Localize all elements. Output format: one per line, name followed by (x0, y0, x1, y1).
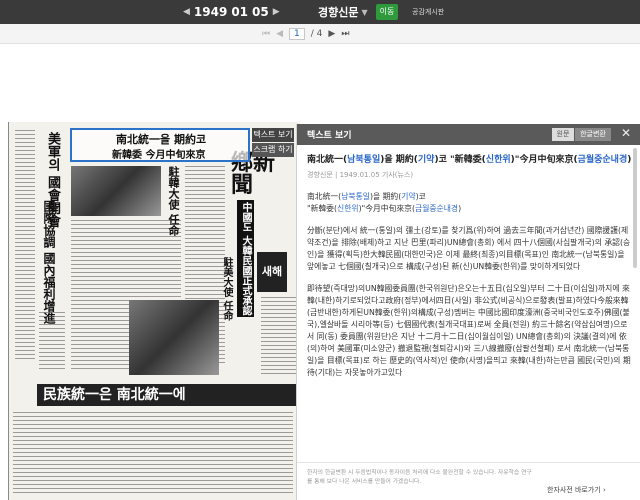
hanja-dictionary-link[interactable]: 한자사전 바로가기 › (547, 485, 606, 495)
article-paragraph-1: 分斷(분단)에서 統一(통일)의 彊土(강토)를 찾기爲(위)하여 過去三年間(… (307, 226, 631, 271)
ad-section (13, 412, 293, 496)
vertical-headline-4: 中國도 大韓民國正式承認 (237, 200, 254, 318)
year-select[interactable]: 1949 (194, 5, 227, 19)
pager: ⏮ ◀ 1 / 4 ▶ ⏭ (262, 27, 349, 41)
next-date-icon[interactable]: ▶ (273, 7, 280, 17)
share-board-link[interactable]: 공감게시판 (412, 4, 444, 20)
scrap-tab[interactable]: 스크랩 하기 (252, 143, 294, 157)
article-text: 南北統一(남북통일)을 期約(기약)코 "新韓委(신한위)"今月中旬來京(금월중… (307, 154, 633, 454)
newspaper-name: 경향신문 (318, 6, 359, 19)
spacer (0, 45, 640, 95)
first-page-icon[interactable]: ⏮ (262, 29, 270, 39)
last-page-icon[interactable]: ⏭ (341, 29, 349, 39)
article-action-tabs: 텍스트 보기 스크랩 하기 (252, 128, 294, 158)
news-photo (71, 166, 161, 216)
hangul-convert-button[interactable]: 한글변환 (575, 128, 611, 141)
new-year-badge: 새해 (257, 252, 287, 292)
date-navigation-bar: ◀ 1949 01 05 ▶ 경향신문 ▼ 이동 공감게시판 (0, 0, 640, 24)
article-paragraph-2: 即待望(즉대망)의UN韓國委員團(한국위원단)은오는十五日(십오일)부터 二十日… (307, 284, 631, 377)
headline-line-2: 新韓委 今月中旬來京 (112, 150, 206, 161)
vertical-headline-3: 駐韓大使 任命 (167, 166, 180, 236)
headline-line-1: 南北統一을 期約코 (116, 133, 207, 146)
prev-page-icon[interactable]: ◀ (276, 29, 283, 39)
panel-title: 텍스트 보기 (307, 131, 352, 141)
total-pages: / 4 (310, 29, 323, 39)
panel-footer: 한자의 한글변환 시 두음법칙이나 동자이음 처리에 다소 불완전할 수 있습니… (297, 462, 640, 500)
text-view-panel: 텍스트 보기 원문 한글변환 ✕ 南北統一(남북통일)을 期約(기약)코 "新韓… (296, 124, 640, 500)
day-select[interactable]: 05 (252, 5, 269, 19)
panel-header: 텍스트 보기 원문 한글변환 ✕ (297, 124, 640, 145)
conversion-notice: 한자의 한글변환 시 두음법칙이나 동자이음 처리에 다소 불완전할 수 있습니… (307, 470, 532, 485)
article-meta: 경향신문 | 1949.01.05 기사(뉴스) (307, 171, 414, 179)
next-page-icon[interactable]: ▶ (328, 29, 335, 39)
vertical-headline-5: 駐美大使 任命 (221, 257, 232, 321)
current-page[interactable]: 1 (289, 28, 305, 40)
date-selector[interactable]: ◀ 1949 01 05 ▶ (183, 4, 280, 20)
text-view-tab[interactable]: 텍스트 보기 (252, 128, 294, 142)
panel-scrollbar[interactable] (633, 148, 637, 268)
original-text-button[interactable]: 원문 (552, 128, 574, 141)
page-navigation-bar: ⏮ ◀ 1 / 4 ▶ ⏭ (0, 24, 640, 44)
month-select[interactable]: 01 (231, 5, 248, 19)
news-photo (129, 300, 219, 375)
vertical-headline-2: 國際協調 國內福利增進 (42, 200, 56, 325)
newspaper-page-image[interactable]: 美軍의 國會開會 國際協調 國內福利增進 駐韓大使 任命 駐美大使 任命 鄕新聞… (8, 122, 300, 500)
go-button[interactable]: 이동 (376, 4, 398, 20)
chevron-down-icon: ▼ (361, 7, 368, 17)
text-column (39, 312, 65, 372)
newspaper-select[interactable]: 경향신문 ▼ (318, 4, 368, 20)
text-column (15, 130, 35, 360)
article-subtitle: 南北統一(남북통일)을 期約(기약)코 "新韓委(신한위)"今月中旬來京(금월중순… (307, 192, 462, 213)
selected-article-region[interactable]: 南北統一을 期約코 新韓委 今月中旬來京 (70, 128, 250, 162)
prev-date-icon[interactable]: ◀ (183, 7, 190, 17)
text-column (261, 297, 297, 377)
banner-headline: 民族統一은 南北統一에 (37, 384, 300, 406)
article-title: 南北統一(남북통일)을 期約(기약)코 "新韓委(신한위)"今月中旬來京(금월중… (307, 155, 632, 165)
close-icon[interactable]: ✕ (621, 126, 631, 140)
